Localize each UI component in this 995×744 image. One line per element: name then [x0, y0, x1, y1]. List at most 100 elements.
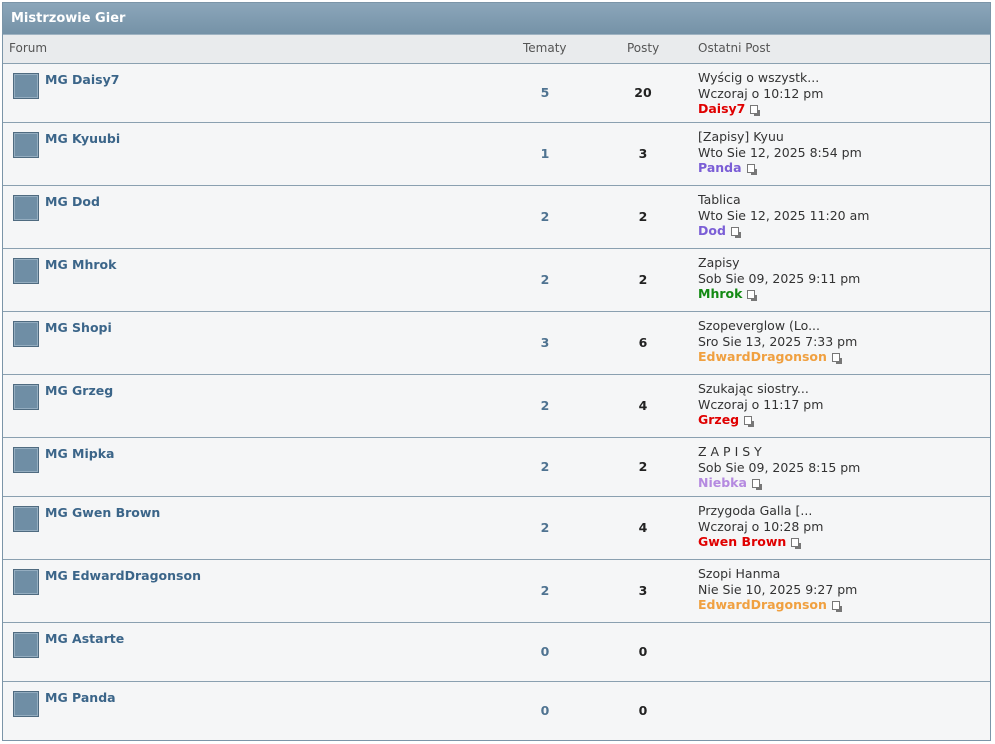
last-post-author-link[interactable]: Grzeg	[698, 412, 739, 427]
forum-folder-icon	[13, 506, 39, 532]
last-post-author-link[interactable]: EdwardDragonson	[698, 349, 827, 364]
goto-last-post-icon[interactable]	[751, 479, 762, 490]
post-count: 0	[638, 644, 648, 659]
forum-row: MG Astarte 0 0	[3, 623, 990, 682]
column-last-post: Ostatni Post	[698, 41, 771, 55]
forum-folder-icon	[13, 132, 39, 158]
forum-row: MG Kyuubi 1 3 [Zapisy] Kyuu Wto Sie 12, 2025…	[3, 123, 990, 186]
topic-count: 0	[540, 703, 550, 718]
post-count: 2	[638, 209, 648, 224]
forum-name-link[interactable]: MG Grzeg	[45, 383, 113, 398]
forum-row: MG Panda 0 0	[3, 682, 990, 740]
post-count: 3	[638, 146, 648, 161]
last-post-author-line: EdwardDragonson	[698, 349, 857, 365]
goto-last-post-icon[interactable]	[747, 290, 758, 301]
last-post-date: Wczoraj o 10:12 pm	[698, 85, 824, 101]
forum-row: MG Dod 2 2 Tablica Wto Sie 12, 2025 11:20 am…	[3, 186, 990, 249]
last-post-info: Wyścig o wszystk... Wczoraj o 10:12 pm Dai…	[698, 70, 823, 117]
last-post-author-link[interactable]: Mhrok	[698, 286, 742, 301]
last-post-date: Sro Sie 13, 2025 7:33 pm	[698, 333, 858, 349]
forum-row: MG Grzeg 2 4 Szukając siostry... Wczoraj o 1…	[3, 375, 990, 438]
column-headers: Forum Tematy Posty Ostatni Post	[3, 35, 990, 64]
last-post-date: Nie Sie 10, 2025 9:27 pm	[698, 581, 858, 597]
topic-count: 2	[540, 398, 550, 413]
column-topics: Tematy	[523, 41, 567, 55]
last-post-author-link[interactable]: Dod	[698, 223, 726, 238]
topic-count: 2	[540, 459, 550, 474]
last-post-info: [Zapisy] Kyuu Wto Sie 12, 2025 8:54 pm Pan…	[698, 129, 862, 176]
forum-name-link[interactable]: MG Dod	[45, 194, 100, 209]
last-post-date: Wto Sie 12, 2025 8:54 pm	[698, 144, 862, 160]
last-post-author-link[interactable]: Gwen Brown	[698, 534, 786, 549]
last-post-author-line: Daisy7	[698, 101, 823, 117]
category-title[interactable]: Mistrzowie Gier	[3, 3, 990, 35]
column-posts: Posty	[627, 41, 660, 55]
last-post-title-link[interactable]: Zapisy	[698, 255, 860, 271]
topic-count: 0	[540, 644, 550, 659]
last-post-author-line: Panda	[698, 160, 862, 176]
forum-name-link[interactable]: MG Panda	[45, 690, 116, 705]
forum-folder-icon	[13, 632, 39, 658]
last-post-info: Z A P I S Y Sob Sie 09, 2025 8:15 pm Niebk…	[698, 444, 860, 491]
last-post-author-link[interactable]: Daisy7	[698, 101, 745, 116]
last-post-title-link[interactable]: Z A P I S Y	[698, 444, 860, 460]
last-post-date: Sob Sie 09, 2025 8:15 pm	[698, 459, 861, 475]
forum-folder-icon	[13, 321, 39, 347]
last-post-author-line: Dod	[698, 223, 869, 239]
last-post-info: Szopi Hanma Nie Sie 10, 2025 9:27 pm Edwar…	[698, 566, 857, 613]
post-count: 4	[638, 520, 648, 535]
last-post-date: Wto Sie 12, 2025 11:20 am	[698, 207, 870, 223]
forum-name-link[interactable]: MG Daisy7	[45, 72, 119, 87]
last-post-author-line: Niebka	[698, 475, 860, 491]
goto-last-post-icon[interactable]	[730, 227, 741, 238]
last-post-title-link[interactable]: Szukając siostry...	[698, 381, 823, 397]
post-count: 3	[638, 583, 648, 598]
forum-name-link[interactable]: MG Mipka	[45, 446, 114, 461]
goto-last-post-icon[interactable]	[831, 353, 842, 364]
topic-count: 2	[540, 520, 550, 535]
goto-last-post-icon[interactable]	[746, 164, 757, 175]
post-count: 2	[638, 272, 648, 287]
post-count: 4	[638, 398, 648, 413]
forum-name-link[interactable]: MG Gwen Brown	[45, 505, 160, 520]
goto-last-post-icon[interactable]	[791, 538, 802, 549]
forum-row: MG Mhrok 2 2 Zapisy Sob Sie 09, 2025 9:11 pm…	[3, 249, 990, 312]
goto-last-post-icon[interactable]	[750, 105, 761, 116]
last-post-author-line: Gwen Brown	[698, 534, 823, 550]
last-post-title-link[interactable]: Szopi Hanma	[698, 566, 857, 582]
forum-folder-icon	[13, 258, 39, 284]
last-post-title-link[interactable]: Wyścig o wszystk...	[698, 70, 823, 86]
last-post-info: Zapisy Sob Sie 09, 2025 9:11 pm Mhrok	[698, 255, 860, 302]
goto-last-post-icon[interactable]	[744, 416, 755, 427]
forum-folder-icon	[13, 569, 39, 595]
last-post-title-link[interactable]: Tablica	[698, 192, 869, 208]
topic-count: 2	[540, 583, 550, 598]
topic-count: 5	[540, 85, 550, 100]
forum-name-link[interactable]: MG EdwardDragonson	[45, 568, 201, 583]
last-post-author-link[interactable]: EdwardDragonson	[698, 597, 827, 612]
post-count: 2	[638, 459, 648, 474]
forum-category: Mistrzowie Gier Forum Tematy Posty Ostat…	[2, 2, 991, 741]
forum-name-link[interactable]: MG Kyuubi	[45, 131, 120, 146]
last-post-title-link[interactable]: Szopeverglow (Lo...	[698, 318, 857, 334]
forum-folder-icon	[13, 73, 39, 99]
column-forum: Forum	[9, 41, 48, 55]
post-count: 0	[638, 703, 648, 718]
last-post-author-link[interactable]: Panda	[698, 160, 742, 175]
forum-folder-icon	[13, 691, 39, 717]
forum-name-link[interactable]: MG Astarte	[45, 631, 124, 646]
last-post-author-link[interactable]: Niebka	[698, 475, 747, 490]
forum-row: MG Gwen Brown 2 4 Przygoda Galla [... Wczora…	[3, 497, 990, 560]
forum-name-link[interactable]: MG Shopi	[45, 320, 112, 335]
forum-row: MG Daisy7 5 20 Wyścig o wszystk... Wczoraj o…	[3, 64, 990, 123]
last-post-title-link[interactable]: Przygoda Galla [...	[698, 503, 823, 519]
topic-count: 2	[540, 272, 550, 287]
last-post-author-line: Mhrok	[698, 286, 860, 302]
last-post-info: Szukając siostry... Wczoraj o 11:17 pm Grz…	[698, 381, 823, 428]
last-post-info: Szopeverglow (Lo... Sro Sie 13, 2025 7:33…	[698, 318, 857, 365]
forum-name-link[interactable]: MG Mhrok	[45, 257, 116, 272]
post-count: 6	[638, 335, 648, 350]
goto-last-post-icon[interactable]	[831, 601, 842, 612]
last-post-title-link[interactable]: [Zapisy] Kyuu	[698, 129, 862, 145]
last-post-info: Przygoda Galla [... Wczoraj o 10:28 pm Gwe…	[698, 503, 823, 550]
